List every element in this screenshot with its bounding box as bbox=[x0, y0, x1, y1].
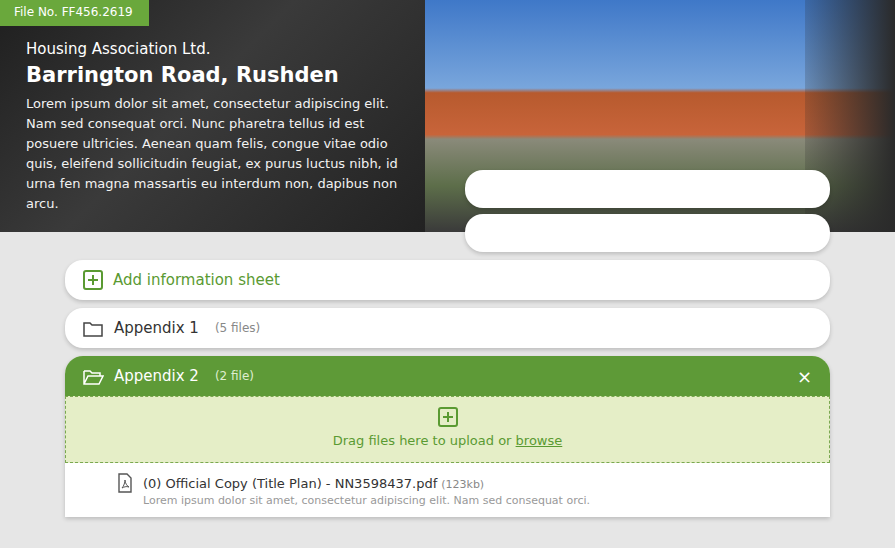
property-title: Barrington Road, Rushden bbox=[26, 60, 405, 90]
appendix-header[interactable]: Appendix 2 (2 file) × bbox=[65, 356, 830, 396]
property-description: Lorem ipsum dolor sit amet, consectetur … bbox=[26, 94, 405, 214]
dropzone-text: Drag files here to upload or bbox=[333, 433, 512, 448]
header-info: File No. FF456.2619Housing Association L… bbox=[0, 0, 425, 232]
empty-rows bbox=[465, 170, 830, 252]
file-info: (0) Official Copy (Title Plan) - NN35984… bbox=[143, 473, 590, 507]
file-count: (2 file) bbox=[215, 369, 254, 383]
appendix-panel: Appendix 2 (2 file) × Drag files here to up… bbox=[65, 356, 830, 517]
file-title-line: (0) Official Copy (Title Plan) - NN35984… bbox=[143, 473, 590, 492]
plus-icon[interactable] bbox=[438, 407, 458, 427]
appendix-row[interactable]: Appendix 1 (5 files) bbox=[65, 308, 830, 348]
appendix-name[interactable]: Appendix 2 bbox=[114, 367, 199, 385]
upload-dropzone[interactable]: Drag files here to upload or browse bbox=[65, 396, 830, 463]
file-number-badge: File No. FF456.2619 bbox=[0, 0, 149, 26]
file-name[interactable]: (0) Official Copy (Title Plan) - NN35984… bbox=[143, 476, 437, 491]
empty-row[interactable] bbox=[465, 170, 830, 208]
file-list: (0) Official Copy (Title Plan) - NN35984… bbox=[65, 463, 830, 517]
file-count: (5 files) bbox=[215, 321, 260, 335]
file-row[interactable]: (0) Official Copy (Title Plan) - NN35984… bbox=[117, 473, 800, 507]
appendix-name[interactable]: Appendix 1 bbox=[114, 319, 199, 337]
plus-icon[interactable] bbox=[83, 270, 103, 290]
add-information-sheet-button[interactable]: Add information sheet bbox=[65, 260, 830, 300]
sheet-list: Add information sheet Appendix 1 (5 files)… bbox=[65, 170, 830, 517]
file-description: Lorem ipsum dolor sit amet, consectetur … bbox=[143, 494, 590, 507]
add-label[interactable]: Add information sheet bbox=[113, 271, 280, 289]
open-folder-icon bbox=[83, 367, 104, 386]
folder-icon bbox=[83, 319, 104, 338]
browse-link[interactable]: browse bbox=[516, 433, 563, 448]
header-text: Housing Association Ltd.Barrington Road,… bbox=[0, 26, 425, 226]
organisation-name: Housing Association Ltd. bbox=[26, 38, 405, 60]
pdf-file-icon bbox=[117, 473, 133, 493]
empty-row[interactable] bbox=[465, 214, 830, 252]
dropzone-text-line: Drag files here to upload or browse bbox=[333, 433, 563, 448]
close-button[interactable]: × bbox=[797, 366, 812, 387]
file-size: (123kb) bbox=[441, 478, 484, 491]
